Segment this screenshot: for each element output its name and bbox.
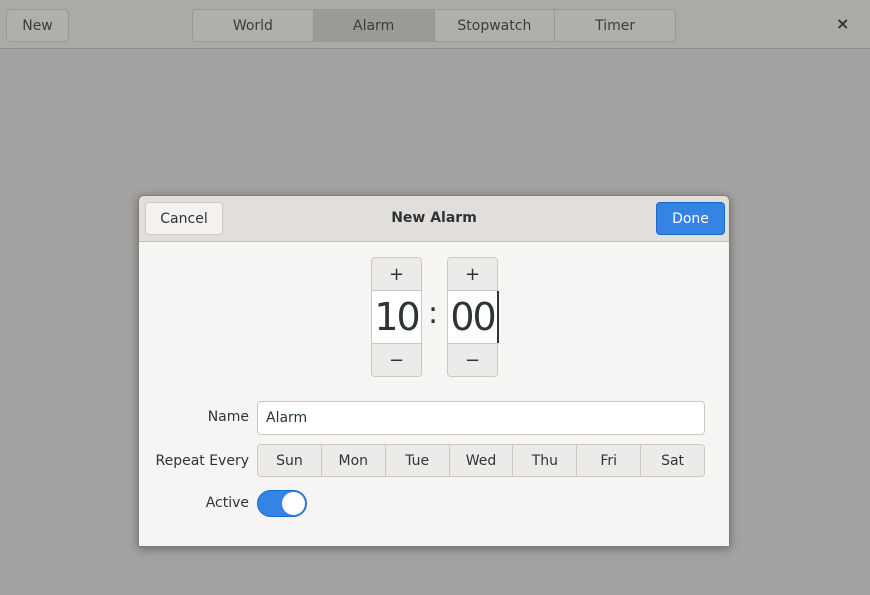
- day-mon[interactable]: Mon: [321, 445, 386, 476]
- new-button[interactable]: New: [6, 9, 69, 42]
- name-input[interactable]: Alarm: [257, 401, 705, 435]
- close-icon[interactable]: ×: [836, 14, 849, 33]
- done-button[interactable]: Done: [656, 202, 725, 235]
- repeat-days: Sun Mon Tue Wed Thu Fri Sat: [257, 444, 705, 477]
- tab-alarm[interactable]: Alarm: [313, 10, 435, 41]
- repeat-label: Repeat Every: [155, 453, 249, 469]
- day-wed[interactable]: Wed: [449, 445, 514, 476]
- minutes-value[interactable]: 00: [448, 291, 497, 343]
- day-sat[interactable]: Sat: [641, 445, 704, 476]
- day-fri[interactable]: Fri: [577, 445, 642, 476]
- minutes-increment-button[interactable]: +: [448, 258, 497, 291]
- active-toggle[interactable]: [257, 490, 307, 517]
- view-switcher: World Alarm Stopwatch Timer: [192, 9, 676, 42]
- hours-spinner: + 10 −: [371, 257, 422, 377]
- text-caret: [497, 291, 499, 343]
- header-bar: New World Alarm Stopwatch Timer ×: [0, 0, 870, 49]
- dialog-title: New Alarm: [391, 210, 477, 226]
- active-label: Active: [205, 495, 249, 511]
- tab-stopwatch[interactable]: Stopwatch: [434, 10, 556, 41]
- tab-timer[interactable]: Timer: [555, 10, 675, 41]
- minutes-decrement-button[interactable]: −: [448, 343, 497, 376]
- tab-world[interactable]: World: [193, 10, 314, 41]
- toggle-knob: [282, 492, 305, 515]
- hours-increment-button[interactable]: +: [372, 258, 421, 291]
- hours-value[interactable]: 10: [372, 291, 421, 343]
- day-tue[interactable]: Tue: [385, 445, 450, 476]
- hours-decrement-button[interactable]: −: [372, 343, 421, 376]
- minutes-spinner: + 00 −: [447, 257, 498, 377]
- name-label: Name: [207, 409, 249, 425]
- time-separator: :: [428, 296, 439, 331]
- dialog-header: Cancel New Alarm Done: [139, 196, 729, 242]
- new-alarm-dialog: Cancel New Alarm Done + 10 − : + 00 − Na…: [138, 195, 730, 547]
- day-thu[interactable]: Thu: [513, 445, 578, 476]
- day-sun[interactable]: Sun: [258, 445, 322, 476]
